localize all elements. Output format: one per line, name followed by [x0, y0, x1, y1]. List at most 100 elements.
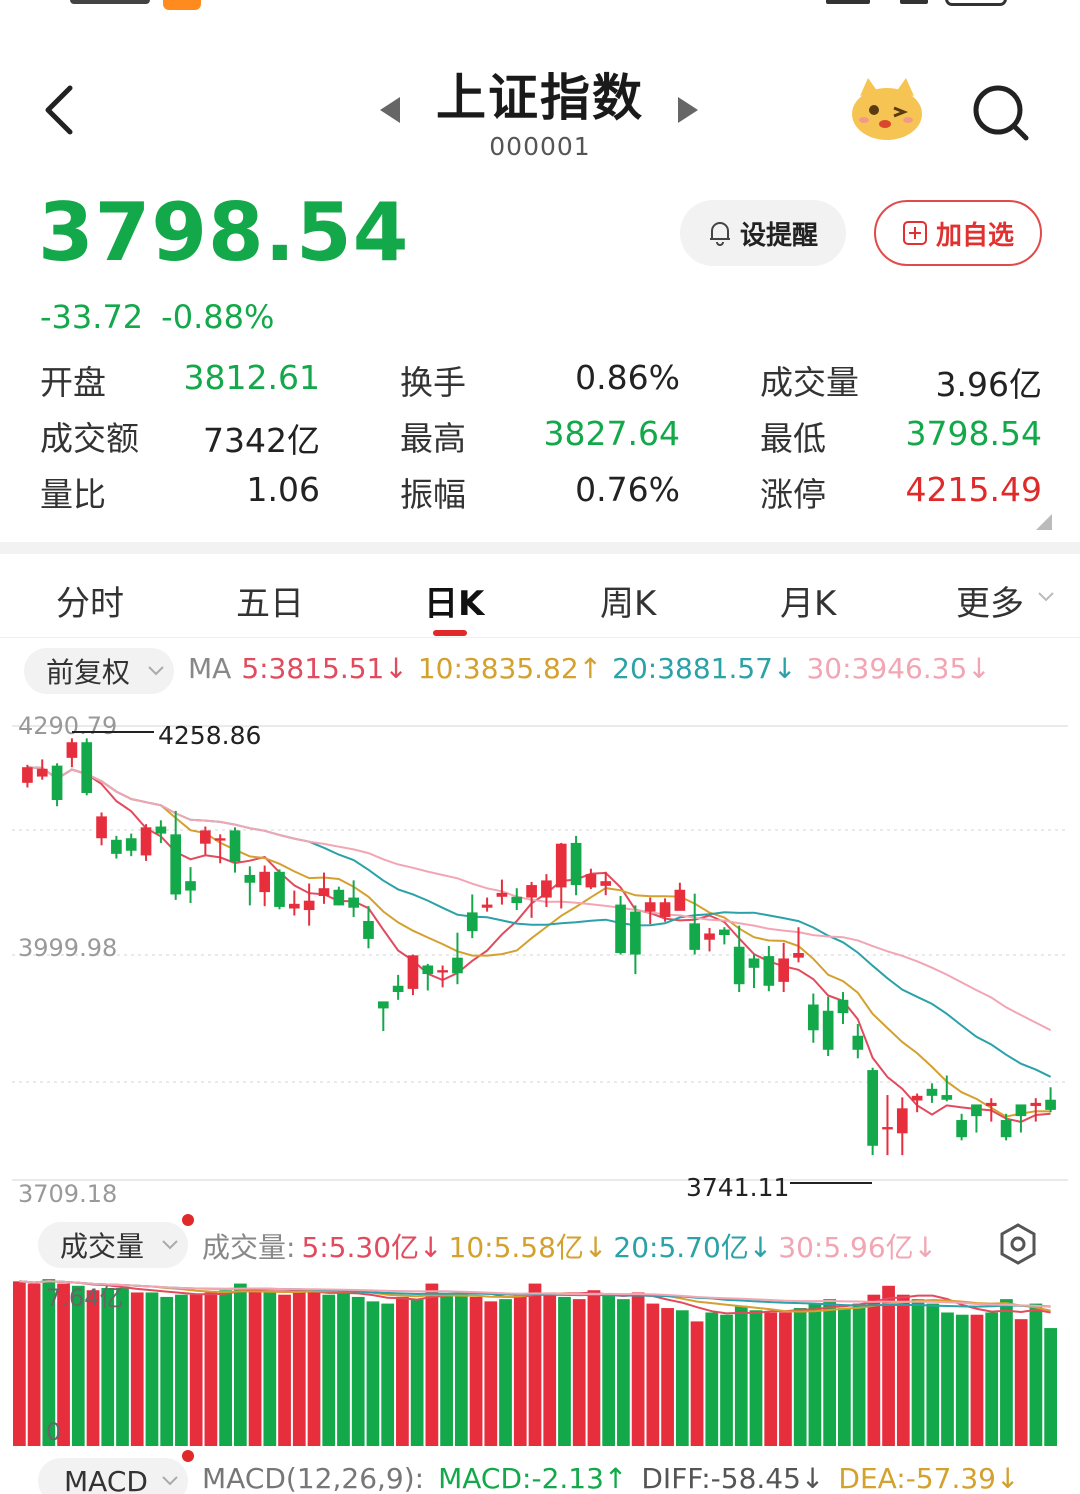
candle-body: [600, 881, 612, 886]
ma5-value: 5:3815.51↓: [241, 652, 408, 685]
stat-value: 3.96亿: [935, 365, 1042, 404]
volume-bar: [587, 1290, 601, 1446]
ma10-value: 10:3835.82↑: [417, 652, 603, 685]
volume-bar: [528, 1283, 542, 1446]
volume-indicator-dropdown[interactable]: 成交量: [38, 1222, 188, 1268]
stat-row: 量比 1.06 振幅 0.76% 涨停 4215.49: [40, 462, 1042, 518]
set-alert-button[interactable]: 设提醒: [680, 200, 846, 266]
volume-bar: [852, 1303, 866, 1446]
kline-chart[interactable]: 4290.79 3999.98 3709.18 4258.86 3741.11: [0, 700, 1080, 1210]
candle-body: [452, 957, 463, 974]
volume-bar: [513, 1294, 527, 1446]
volume-bar: [558, 1296, 571, 1446]
volume-bar: [410, 1299, 424, 1446]
quote-stats: 开盘 3812.61 换手 0.86% 成交量 3.96亿 成交额 7342亿 最高 3827.6…: [40, 350, 1042, 518]
ma30-value: 30:3946.35↓: [806, 652, 991, 685]
candle-body: [570, 842, 582, 886]
volume-bar: [337, 1292, 350, 1446]
ma-line-1: [27, 766, 1051, 1123]
candle-body: [674, 889, 686, 911]
change-value: -33.72: [40, 298, 144, 336]
add-watchlist-button[interactable]: 加自选: [874, 200, 1042, 266]
candle-body: [822, 1010, 834, 1050]
tab-daily-k[interactable]: 日K: [424, 576, 484, 625]
volume-bar: [1000, 1299, 1013, 1446]
adjust-mode-dropdown[interactable]: 前复权: [24, 648, 174, 694]
volume-axis-top-label: 7.64亿: [46, 1284, 123, 1312]
candle-body: [1015, 1104, 1027, 1117]
status-bar: [0, 0, 1080, 16]
y-axis-mid-label: 3999.98: [18, 934, 117, 962]
macd-red-dot: [182, 1450, 194, 1462]
volume-pill-label: 成交量: [60, 1230, 145, 1263]
stat-label: 成交量: [760, 363, 859, 402]
tab-intraday[interactable]: 分时: [56, 576, 124, 625]
volume-bar: [896, 1294, 910, 1446]
volume-bar: [823, 1299, 837, 1446]
candle-body: [541, 880, 552, 898]
stat-row: 开盘 3812.61 换手 0.86% 成交量 3.96亿: [40, 350, 1042, 406]
volume-bar: [396, 1296, 409, 1446]
candle-body: [852, 1035, 864, 1050]
stat-value: 7342亿: [203, 421, 320, 460]
volume-bar: [1014, 1319, 1028, 1446]
current-price: 3798.54: [38, 186, 410, 279]
candle-body: [318, 888, 330, 897]
volume-bar: [646, 1303, 660, 1446]
volume-bar: [838, 1308, 851, 1446]
volume-bar: [882, 1285, 895, 1446]
volume-axis-bottom-label: 0: [46, 1418, 61, 1446]
next-stock-icon[interactable]: [676, 95, 700, 125]
candle-body: [882, 1127, 893, 1130]
volume-bar: [808, 1303, 822, 1446]
volume-bar: [926, 1303, 940, 1446]
candle-body: [659, 902, 671, 918]
volume-chart[interactable]: 7.64亿 0: [0, 1272, 1080, 1452]
candle-body: [526, 885, 537, 898]
candle-body: [303, 900, 315, 911]
back-icon[interactable]: [38, 80, 88, 140]
volume-bar: [425, 1283, 439, 1446]
macd-indicator-dropdown[interactable]: MACD: [38, 1458, 188, 1494]
notification-badge: [163, 0, 201, 10]
expand-corner-icon[interactable]: [1036, 514, 1052, 530]
section-divider: [0, 542, 1080, 554]
settings-hex-icon[interactable]: [998, 1222, 1038, 1266]
macd-pill-label: MACD: [64, 1464, 148, 1494]
ma-legend: MA 5:3815.51↓ 10:3835.82↑ 20:3881.57↓ 30:394…: [188, 652, 1001, 685]
stat-label: 开盘: [40, 363, 106, 402]
macd-params: MACD(12,26,9):: [202, 1462, 425, 1494]
volume-bar: [749, 1310, 763, 1446]
candle-body: [630, 911, 641, 955]
tab-more[interactable]: 更多: [956, 576, 1054, 625]
candle-body: [719, 929, 730, 936]
candle-body: [896, 1108, 908, 1134]
candle-body: [748, 958, 760, 968]
volume-bar: [867, 1294, 881, 1446]
volume-bar: [720, 1314, 733, 1446]
candle-body: [288, 903, 300, 909]
ma-prefix: MA: [188, 652, 232, 685]
search-icon[interactable]: [968, 80, 1034, 146]
stat-label: 最低: [760, 419, 826, 458]
ma20-value: 20:3881.57↓: [612, 652, 797, 685]
mascot-icon[interactable]: [848, 74, 926, 142]
volume-bar: [248, 1288, 262, 1446]
vol-ma10-value: 10:5.58亿↓: [448, 1231, 608, 1264]
dea-value: DEA:-57.39↓: [838, 1462, 1020, 1494]
tab-monthly-k[interactable]: 月K: [780, 576, 836, 625]
tab-weekly-k[interactable]: 周K: [600, 576, 656, 625]
tab-five-day[interactable]: 五日: [236, 576, 304, 625]
stat-label: 成交额: [40, 419, 139, 458]
candle-body: [185, 881, 196, 891]
volume-bar: [219, 1290, 232, 1446]
volume-bar: [381, 1303, 395, 1446]
volume-bar: [189, 1294, 203, 1446]
candle-body: [985, 1102, 997, 1106]
stat-value: 3827.64: [543, 414, 680, 453]
candle-body: [733, 946, 745, 985]
stat-label: 最高: [400, 419, 466, 458]
candle-body: [244, 874, 256, 883]
volume-bar: [955, 1314, 969, 1446]
volume-bar: [175, 1294, 188, 1446]
